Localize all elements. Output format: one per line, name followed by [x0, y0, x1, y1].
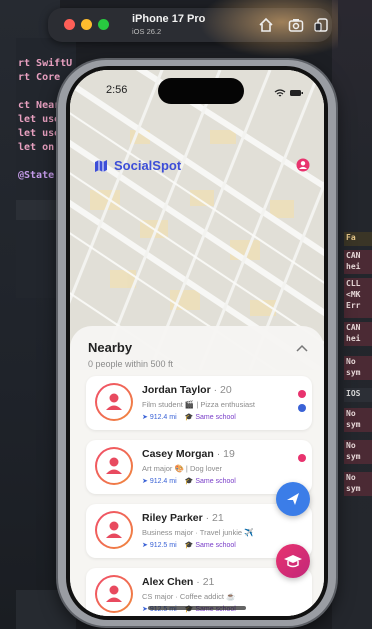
location-button[interactable] — [276, 482, 310, 516]
rotate-icon[interactable] — [314, 17, 330, 33]
os-version: iOS 26.2 — [132, 27, 162, 36]
wifi-battery-icon — [274, 89, 303, 97]
home-icon[interactable] — [258, 17, 274, 33]
minimize-button[interactable] — [81, 19, 92, 30]
issue-item[interactable]: No sym — [344, 356, 372, 380]
avatar — [95, 447, 133, 485]
school-filter-button[interactable] — [276, 544, 310, 578]
graduation-cap-icon — [284, 555, 302, 568]
map-icon — [95, 159, 107, 172]
person-bio: CS major · Coffee addict ☕ — [142, 592, 236, 601]
code-line: rt SwiftU — [18, 58, 73, 69]
app-name: SocialSpot — [114, 158, 182, 173]
code-line: let use — [18, 128, 61, 139]
device-name: iPhone 17 Pro — [132, 13, 206, 25]
status-time: 2:56 — [106, 84, 128, 96]
iphone-bezel: 2:56 SocialSpot Nearby 0 people within 5… — [66, 66, 328, 620]
issue-item[interactable]: CAN hei — [344, 250, 372, 274]
avatar — [95, 575, 133, 613]
dynamic-island — [158, 78, 244, 104]
person-meta: ➤ 912.4 mi 🎓 Same school — [142, 414, 236, 421]
status-dot — [298, 454, 306, 462]
status-dot — [298, 390, 306, 398]
screenshot-icon[interactable] — [288, 17, 304, 33]
distance-label: 912.5 mi — [149, 542, 177, 549]
distance-label: 912.4 mi — [149, 414, 177, 421]
simulator-toolbar: iPhone 17 Pro iOS 26.2 — [48, 0, 338, 58]
person-icon — [106, 521, 122, 538]
status-icons — [274, 85, 304, 103]
person-icon — [106, 457, 122, 474]
code-line: let use — [18, 114, 61, 125]
issue-item[interactable]: No sym — [344, 440, 372, 464]
person-bio: Film student 🎬 | Pizza enthusiast — [142, 400, 255, 409]
school-label: Same school — [195, 542, 236, 549]
issue-item[interactable]: CLL <MK Err — [344, 278, 372, 318]
issue-header: Fa — [344, 232, 372, 246]
distance-label: 912.4 mi — [149, 478, 177, 485]
person-icon — [106, 393, 122, 410]
code-line: let on — [18, 142, 55, 153]
avatar — [95, 383, 133, 421]
code-line: rt Core — [18, 72, 61, 83]
code-line: @State — [18, 170, 55, 181]
avatar — [95, 511, 133, 549]
chevron-up-icon[interactable] — [296, 344, 308, 352]
issue-group[interactable]: IOS — [344, 388, 372, 402]
person-name: Jordan Taylor · 20 — [142, 384, 232, 396]
status-dot — [298, 404, 306, 412]
zoom-button[interactable] — [98, 19, 109, 30]
close-button[interactable] — [64, 19, 75, 30]
person-bio: Business major · Travel junkie ✈️ — [142, 528, 254, 537]
code-line: ct Near — [18, 100, 61, 111]
app-title: SocialSpot — [88, 154, 187, 177]
home-indicator — [148, 606, 246, 610]
issue-navigator: Fa CAN hei CLL <MK Err CAN hei No sym IO… — [332, 0, 372, 629]
issue-item[interactable]: No sym — [344, 472, 372, 496]
sheet-title: Nearby — [88, 340, 133, 355]
sheet-subtitle: 0 people within 500 ft — [88, 359, 174, 369]
person-name: Casey Morgan · 19 — [142, 448, 235, 460]
location-arrow-icon — [287, 493, 299, 505]
person-icon — [106, 585, 122, 602]
person-name: Alex Chen · 21 — [142, 576, 215, 588]
person-bio: Art major 🎨 | Dog lover — [142, 464, 223, 473]
person-meta: ➤ 912.4 mi 🎓 Same school — [142, 478, 236, 485]
school-label: Same school — [195, 414, 236, 421]
issue-item[interactable]: No sym — [344, 408, 372, 432]
person-name: Riley Parker · 21 — [142, 512, 224, 524]
map-tiles — [70, 70, 324, 370]
person-card[interactable]: Jordan Taylor · 20 Film student 🎬 | Pizz… — [86, 376, 312, 430]
app-screen: 2:56 SocialSpot Nearby 0 people within 5… — [70, 70, 324, 616]
nearby-sheet[interactable]: Nearby 0 people within 500 ft Jordan Tay… — [70, 326, 324, 616]
map-view[interactable]: 2:56 SocialSpot — [70, 70, 324, 370]
school-label: Same school — [195, 478, 236, 485]
person-meta: ➤ 912.5 mi 🎓 Same school — [142, 542, 236, 549]
issue-item[interactable]: CAN hei — [344, 322, 372, 346]
profile-icon[interactable] — [296, 158, 310, 172]
